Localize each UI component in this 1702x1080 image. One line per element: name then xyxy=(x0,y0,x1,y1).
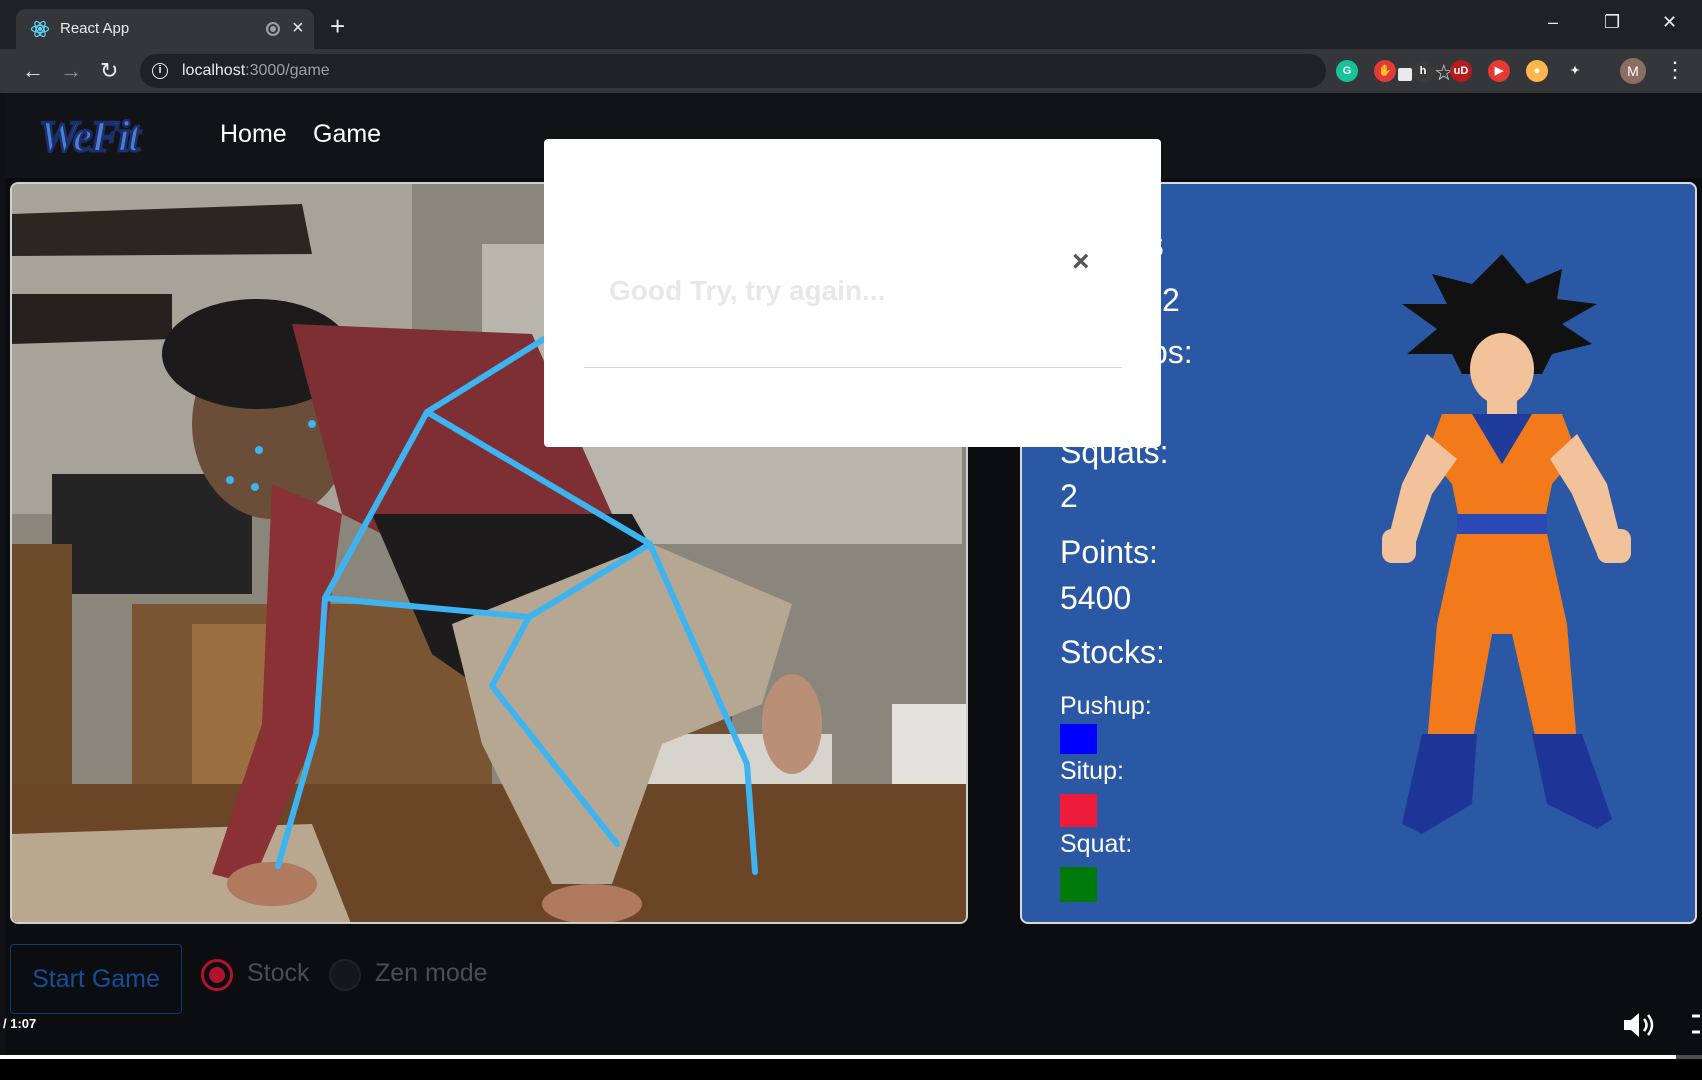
grammarly-icon[interactable]: G xyxy=(1336,60,1358,82)
volume-icon[interactable] xyxy=(1620,1010,1660,1040)
game-controls: Start Game Stock Zen mode xyxy=(5,939,1702,1014)
wefit-logo[interactable]: WeFit xyxy=(35,113,203,159)
radio-zen-mode[interactable] xyxy=(329,959,361,991)
skeleton-left-arm xyxy=(275,331,555,869)
squats-value: 2 xyxy=(1060,478,1078,514)
keypoint-ear-right xyxy=(251,483,259,491)
fullscreen-icon[interactable] xyxy=(1690,1014,1702,1034)
letterbox-bottom xyxy=(0,1059,1702,1080)
browser-toolbar: ← → ↻ i localhost:3000/game ☆ G ✋ h uD ▶ ● ✦ M… xyxy=(0,49,1702,93)
stock-situp-swatch xyxy=(1060,794,1097,827)
back-arrow-icon[interactable]: ← xyxy=(22,57,44,85)
h-ext-icon[interactable]: h xyxy=(1412,60,1434,82)
browser-tab[interactable]: React App × xyxy=(16,9,314,49)
close-window-button[interactable]: ✕ xyxy=(1662,12,1677,33)
minimize-button[interactable]: – xyxy=(1548,12,1558,33)
tab-title: React App xyxy=(60,20,130,37)
stock-pushup-label: Pushup: xyxy=(1060,692,1152,720)
skeleton-leg-left xyxy=(489,614,620,847)
keypoint-nose xyxy=(308,420,316,428)
browser-menu-icon[interactable]: ⋮ xyxy=(1664,57,1686,83)
browser-tab-bar: React App × + – ❐ ✕ xyxy=(0,0,1702,49)
puzzle-icon[interactable]: ✦ xyxy=(1564,60,1586,82)
svg-text:WeFit: WeFit xyxy=(39,113,142,159)
stock-situp-label: Situp: xyxy=(1060,757,1124,785)
radio-zen-mode-label[interactable]: Zen mode xyxy=(375,959,488,988)
keypoint-eye xyxy=(255,446,263,454)
ublock-icon[interactable]: uD xyxy=(1450,60,1472,82)
reload-icon[interactable]: ↻ xyxy=(100,57,118,85)
keypoint-ear-left xyxy=(226,476,234,484)
result-modal: Good Try, try again... × xyxy=(544,139,1161,447)
stock-pushup-swatch xyxy=(1060,724,1097,754)
restore-button[interactable]: ❐ xyxy=(1604,12,1620,33)
radio-stock-label[interactable]: Stock xyxy=(247,959,310,988)
profile-avatar[interactable]: M xyxy=(1620,58,1646,84)
points-value: 5400 xyxy=(1060,580,1132,616)
site-info-icon[interactable]: i xyxy=(152,63,168,79)
screen: React App × + – ❐ ✕ ← → ↻ i localhost:30… xyxy=(0,0,1702,1080)
nav-link-home[interactable]: Home xyxy=(220,120,287,149)
stock-squat-swatch xyxy=(1060,867,1097,902)
video-time: / 1:07 xyxy=(3,1016,37,1031)
forward-arrow-icon[interactable]: → xyxy=(60,57,82,85)
tab-close-button[interactable]: × xyxy=(292,16,304,40)
character-illustration xyxy=(1382,254,1631,834)
modal-divider xyxy=(584,367,1122,368)
camera-icon[interactable] xyxy=(1398,68,1418,81)
address-bar[interactable]: i localhost:3000/game ☆ xyxy=(140,54,1454,88)
react-icon xyxy=(30,20,50,38)
orange-ext-icon[interactable]: ● xyxy=(1526,60,1548,82)
points-label: Points: xyxy=(1060,534,1158,570)
skeleton-leg-right xyxy=(647,541,758,875)
nav-link-game[interactable]: Game xyxy=(313,120,381,149)
stock-squat-label: Squat: xyxy=(1060,830,1133,858)
url-text: localhost:3000/game xyxy=(182,62,330,79)
video-ext-icon[interactable]: ▶ xyxy=(1488,60,1510,82)
radio-stock[interactable] xyxy=(201,959,233,991)
recording-icon xyxy=(266,22,280,36)
new-tab-button[interactable]: + xyxy=(330,13,345,39)
stocks-label: Stocks: xyxy=(1060,634,1165,670)
modal-close-button[interactable]: × xyxy=(1072,247,1090,277)
stat-row1-value: 2 xyxy=(1162,282,1180,318)
stop-ext-icon[interactable]: ✋ xyxy=(1374,60,1396,82)
modal-message: Good Try, try again... xyxy=(609,275,886,306)
